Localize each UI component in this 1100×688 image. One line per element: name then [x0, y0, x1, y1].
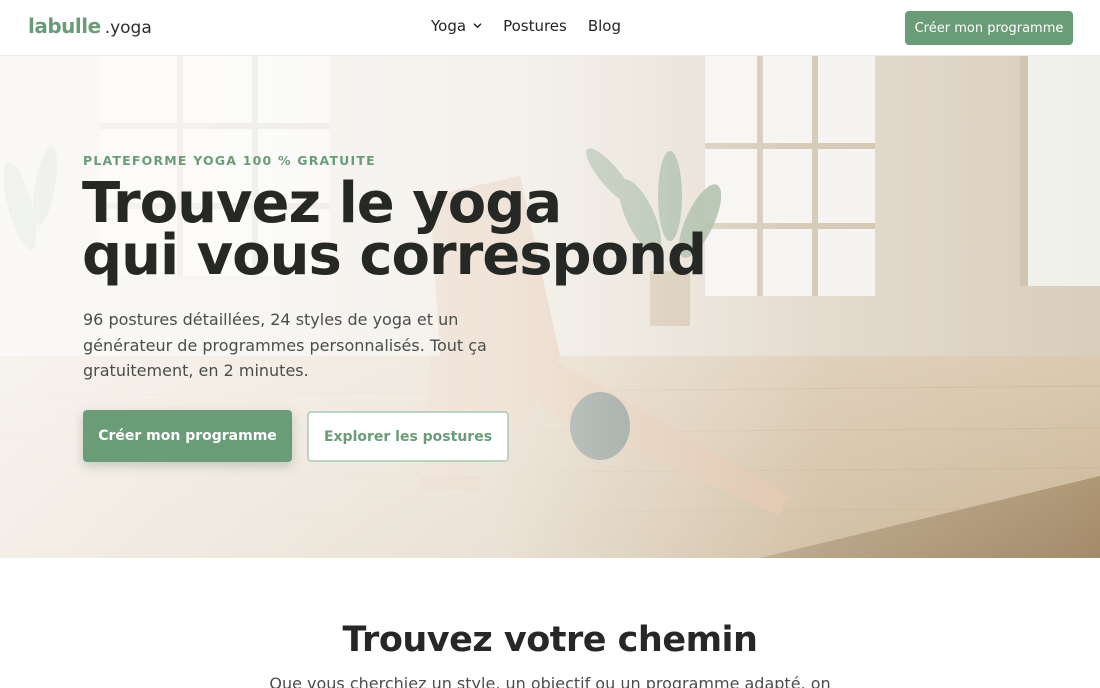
section-title: Trouvez votre chemin [342, 620, 758, 660]
nav-item-yoga[interactable]: Yoga [431, 17, 482, 35]
logo-wordmark: labulle [28, 14, 101, 38]
hero-eyebrow: PLATEFORME YOGA 100 % GRATUITE [83, 153, 376, 168]
hero-title: Trouvez le yoga qui vous correspond [82, 176, 707, 288]
explore-postures-button[interactable]: Explorer les postures [307, 411, 509, 462]
hero-title-line-2: qui vous correspond [82, 223, 707, 288]
nav-item-label: Postures [503, 17, 567, 35]
nav-item-postures[interactable]: Postures [503, 17, 567, 35]
hero-section: PLATEFORME YOGA 100 % GRATUITE Trouvez l… [0, 56, 1100, 558]
create-program-button[interactable]: Créer mon programme [83, 410, 292, 462]
section-subtitle: Que vous cherchiez un style, un objectif… [269, 674, 831, 688]
nav-item-label: Blog [587, 17, 622, 35]
nav-item-blog[interactable]: Blog [588, 17, 621, 35]
site-header: labulle .yoga Yoga Postures Blog Créer m… [0, 0, 1100, 56]
hero-lead: 96 postures détaillées, 24 styles de yog… [83, 310, 487, 380]
chevron-down-icon [473, 22, 482, 28]
main-nav: Yoga Postures Blog [431, 17, 621, 35]
header-create-program-button[interactable]: Créer mon programme [905, 11, 1073, 45]
logo[interactable]: labulle .yoga [28, 14, 152, 42]
nav-item-label: Yoga [431, 17, 467, 35]
logo-extension: .yoga [104, 18, 152, 38]
